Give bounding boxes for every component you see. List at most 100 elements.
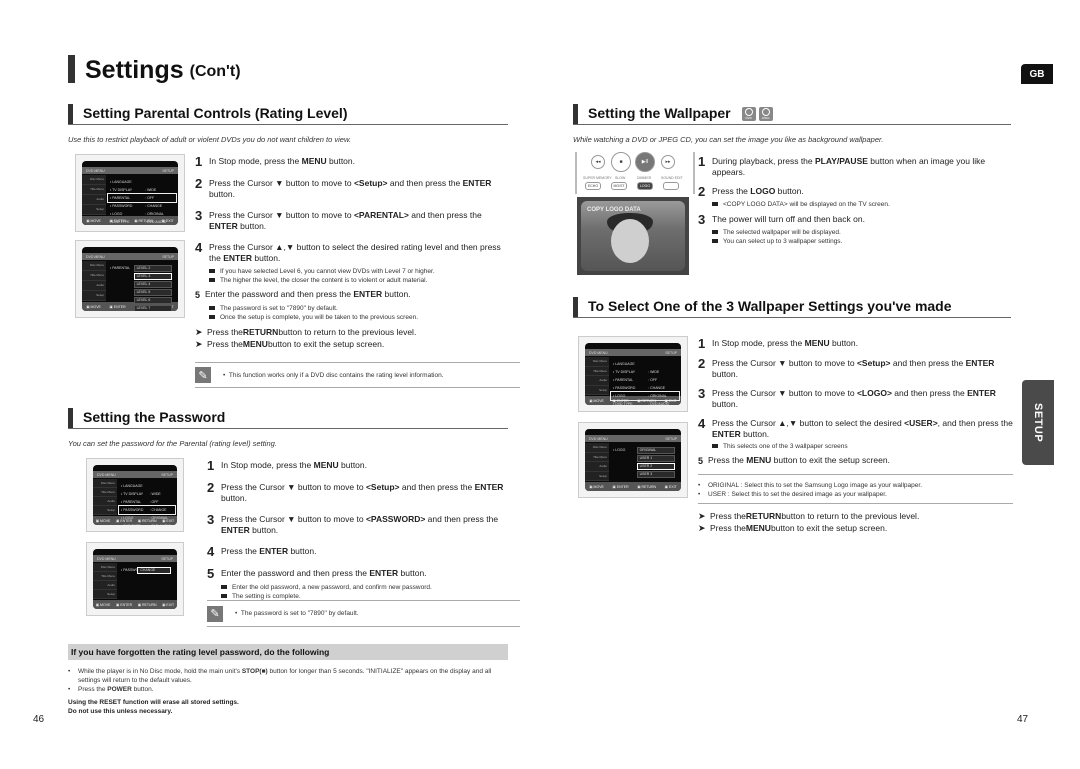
menu-tip: ➤ Press the MENU button to exit the setup… — [698, 523, 888, 533]
step-2: 2 Press the LOGO button. — [698, 185, 1013, 198]
tv-sidebar-item: Audio — [82, 281, 106, 291]
tv-row-key: • DVD TYPE — [613, 402, 633, 405]
language-badge: GB — [1021, 64, 1053, 84]
tv-sidebar-item: Disc Menu — [82, 175, 106, 185]
step-text: Press the Cursor ▼ button to move to <LO… — [712, 388, 996, 409]
tv-footer-hint: ▣ MOVE — [95, 518, 111, 523]
step-num: 1 — [195, 154, 203, 169]
tv-menu-row: • DVD TYPE: DVD AUDIO — [119, 522, 175, 525]
tv-menu-row: • DVD TYPE : DVD AUDIO — [611, 400, 679, 405]
step-num: 3 — [195, 208, 203, 223]
step-num: 1 — [698, 336, 706, 351]
note-item: The selected wallpaper will be displayed… — [698, 228, 1013, 237]
menu-tip: ➤ Press the MENU button to exit the setup… — [195, 339, 385, 349]
tv-screen-password-change: DVD MENU SETUP Disc Menu Title Menu Audio Set… — [86, 542, 184, 616]
step-num: 4 — [698, 416, 706, 431]
tv-options: LEVEL 2 LEVEL 3 LEVEL 4 LEVEL 5 LEVEL 6 LEVEL… — [133, 265, 172, 311]
note-item: You can select up to 3 wallpaper setting… — [698, 237, 1013, 246]
step-num: 5 — [195, 290, 201, 300]
tv-footer-hint: ▣ RETURN — [637, 484, 657, 489]
tv-sidebar: Disc Menu Title Menu Audio Setup — [93, 563, 117, 599]
section-heading-parental: Setting Parental Controls (Rating Level) — [68, 103, 508, 125]
tv-option: USER 2 — [636, 463, 675, 470]
tv-row-value: : CHANGE — [145, 204, 163, 208]
select-wallpaper-tips: ➤ Press the RETURN button to return to th… — [698, 510, 1013, 534]
wallpaper-steps: 1 During playback, press the PLAY/PAUSE b… — [698, 155, 1013, 246]
sound-edit-key-icon — [663, 182, 679, 190]
tv-screen-logo-options: DVD MENU SETUP Disc Menu Title Menu Audio Set… — [578, 422, 688, 498]
tv-row-key: • PARENTAL — [110, 196, 131, 200]
photo-image: COPY LOGO DATA — [581, 201, 685, 271]
tv-sidebar-item: Audio — [585, 462, 609, 472]
tv-sidebar-item: Audio — [82, 195, 106, 205]
tv-row-key: • DVD TYPE — [110, 220, 130, 224]
remote-label: DIMMER — [637, 176, 652, 180]
tv-row-key: • PARENTAL — [121, 500, 142, 504]
tv-footer-hint: ▣ EXIT — [162, 602, 175, 607]
step-text: Enter the password and then press the EN… — [221, 568, 427, 578]
remote-label: SLOW — [615, 176, 626, 180]
step-text: Press the Cursor ▼ button to move to <Se… — [712, 358, 995, 379]
tv-row-value: : ORIGINAL — [145, 212, 164, 216]
tv-menu-row: • PASSWORD: CHANGE — [108, 202, 176, 210]
bullet-item: • ORIGINAL : Select this to set the Samsu… — [698, 482, 923, 489]
tv-footer-hint: ▣ MOVE — [589, 398, 604, 403]
tv-display: DVD MENU SETUP Disc Menu Title Menu Audio Set… — [585, 343, 681, 405]
tv-sidebar-item: Title Menu — [585, 453, 609, 462]
tv-row-value: : DVD AUDIO — [648, 402, 670, 405]
disc-type-icons: DVD JPEG — [739, 107, 773, 124]
tv-header: DVD MENU SETUP — [585, 349, 681, 356]
tv-footer-hint: ▣ MOVE — [86, 218, 101, 223]
tv-menu-row: • PARENTAL: OFF — [611, 376, 679, 384]
tv-sidebar: Disc Menu Title Menu Audio Setup — [93, 479, 117, 515]
tv-screen-setup-logo: DVD MENU SETUP Disc Menu Title Menu Audio Set… — [578, 336, 688, 412]
heading-bar — [68, 408, 73, 428]
tv-sidebar-item: Title Menu — [82, 271, 106, 281]
tv-header-right: SETUP — [162, 254, 174, 259]
tv-screen-setup-parental: DVD MENU SETUP Disc Menu Title Menu Audio Set… — [75, 154, 185, 232]
stop-button-icon: ■ — [611, 152, 631, 172]
step-num: 2 — [195, 176, 203, 191]
setup-side-tab: SETUP — [1022, 380, 1054, 465]
arrow-icon: ➤ — [195, 327, 203, 337]
step-num: 4 — [195, 240, 203, 255]
tv-menu-row: • PARENTAL: OFF — [119, 498, 175, 506]
password-steps: 1 In Stop mode, press the MENU button. 2P… — [207, 458, 512, 601]
tv-menu-row: • PASSWORD: CHANGE — [118, 505, 176, 515]
tv-option: LEVEL 3 — [133, 273, 172, 280]
heading-bar — [68, 104, 73, 124]
tv-screen-parental-levels: DVD MENU SETUP Disc Menu Title Menu Audio Set… — [75, 240, 185, 318]
tv-header-right: SETUP — [665, 350, 677, 355]
tv-row-key: • TV DISPLAY — [121, 492, 144, 496]
step-num: 1 — [207, 458, 215, 473]
step-2: 2 Press the Cursor ▼ button to move to <S… — [207, 481, 512, 504]
note-item: The higher the level, the closer the con… — [195, 276, 510, 285]
tv-header: DVD MENU SETUP — [82, 167, 178, 174]
step-num: 5 — [698, 456, 704, 466]
tv-footer-hint: ▣ ENTER — [612, 484, 629, 489]
tv-sidebar: Disc Menu Title Menu Audio Setup — [82, 175, 106, 215]
step-text: Press the LOGO button. — [712, 186, 804, 196]
tv-footer-hint: ▣ ENTER — [109, 304, 126, 309]
tv-row-value: : WIDE — [149, 492, 161, 496]
select-wallpaper-steps: 1 In Stop mode, press the MENU button. 2P… — [698, 336, 1013, 467]
tv-row-value: : OFF — [145, 196, 155, 200]
step-num: 3 — [207, 512, 215, 527]
tv-header-left: DVD MENU — [589, 350, 608, 355]
step-num: 3 — [698, 212, 706, 227]
warning-line-1: Using the RESET function will erase all … — [68, 699, 239, 706]
tv-menu-row: • LOGO: ORIGINAL — [119, 514, 175, 522]
step-4: 4 Press the Cursor ▲,▼ button to select t… — [698, 416, 1013, 440]
note-item: The password is set to "7890" by default… — [195, 304, 510, 313]
step-num: 4 — [207, 544, 215, 559]
arrow-icon: ➤ — [698, 523, 706, 533]
tv-header: DVD MENU SETUP — [93, 471, 177, 478]
tv-row-key: • PASSWORD — [121, 508, 144, 512]
tv-row-key: • DVD TYPE — [121, 524, 150, 525]
tv-header: DVD MENU SETUP — [585, 435, 681, 442]
section-heading-password: Setting the Password — [68, 407, 508, 429]
tv-sidebar-item: Setup — [93, 590, 117, 599]
section-heading-select-wallpaper: To Select One of the 3 Wallpaper Setting… — [573, 296, 1011, 318]
step-1: 1 In Stop mode, press the MENU button. — [195, 154, 510, 169]
note-item: Once the setup is complete, you will be … — [195, 313, 510, 322]
